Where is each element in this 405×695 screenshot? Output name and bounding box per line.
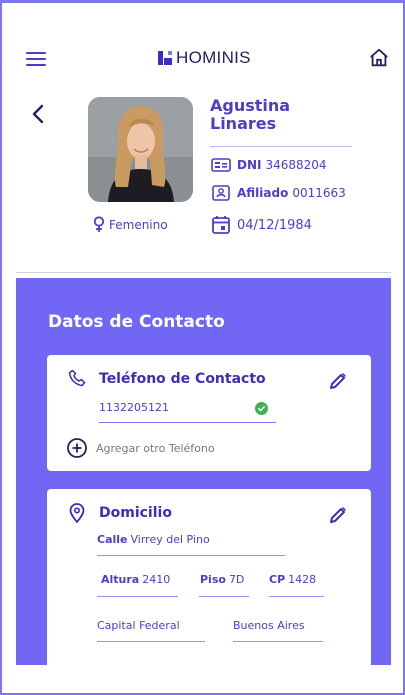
cp-value: 1428 [288,573,317,586]
ciudad-value: Capital Federal [97,619,180,632]
add-circle-icon[interactable] [66,437,88,459]
gender-value: Femenino [109,217,168,232]
ciudad-field[interactable]: Capital Federal [97,619,180,632]
profile-photo [88,97,193,202]
top-bar: HOMINIS [0,44,405,74]
phone-icon [68,369,86,387]
phone-card-title: Teléfono de Contacto [99,371,266,387]
altura-value: 2410 [142,573,171,586]
calle-label: Calle [97,533,128,546]
phone-card: Teléfono de Contacto 1132205121 Agregar … [47,355,371,471]
calle-underline [97,555,285,556]
piso-value: 7D [228,573,245,586]
name-divider [210,146,352,147]
afiliado-label: Afiliado [237,186,289,200]
piso-label: Piso [200,573,226,586]
contact-section-title: Datos de Contacto [48,312,225,332]
afiliado-value: 0011663 [292,186,346,200]
section-divider [16,272,391,273]
brand-logo-icon [158,51,172,65]
altura-underline [97,596,178,597]
contact-panel: Datos de Contacto Teléfono de Contacto 1… [16,278,391,665]
calendar-icon [212,216,230,234]
badge-icon [212,185,230,201]
add-phone-button[interactable]: Agregar otro Teléfono [66,437,215,459]
home-icon[interactable] [368,47,390,69]
piso-field[interactable]: Piso 7D [200,573,244,586]
gender-row: Femenino [93,216,168,233]
patient-first-name: Agustina [210,96,291,115]
patient-last-name: Linares [210,114,277,133]
back-chevron-icon[interactable] [28,103,48,125]
provincia-underline [233,641,323,642]
dni-value: 34688204 [265,158,327,172]
provincia-value: Buenos Aires [233,619,305,632]
birthdate-row: 04/12/1984 [211,215,312,235]
calle-value: Virrey del Pino [130,533,210,546]
altura-label: Altura [101,573,140,586]
brand: HOMINIS [158,48,251,68]
brand-name: HOMINIS [176,48,251,67]
verified-check-icon [255,402,268,415]
patient-name: Agustina Linares [210,97,290,133]
female-symbol-icon [93,216,105,232]
cp-underline [269,596,324,597]
birthdate-value: 04/12/1984 [237,217,312,233]
cp-label: CP [269,573,286,586]
ciudad-underline [97,641,205,642]
afiliado-row: Afiliado 0011663 [211,185,346,201]
phone-value[interactable]: 1132205121 [99,401,169,414]
altura-field[interactable]: Altura 2410 [101,573,170,586]
address-card-title: Domicilio [99,505,172,521]
dni-label: DNI [237,158,262,172]
edit-address-pencil-icon[interactable] [328,505,348,525]
address-card: Domicilio Calle Virrey del Pino Altura 241… [47,489,371,665]
location-pin-icon [69,503,85,523]
add-phone-label[interactable]: Agregar otro Teléfono [96,442,215,455]
dni-row: DNI 34688204 [211,158,327,172]
cp-field[interactable]: CP 1428 [269,573,316,586]
edit-phone-pencil-icon[interactable] [328,371,348,391]
provincia-field[interactable]: Buenos Aires [233,619,305,632]
piso-underline [199,596,249,597]
phone-underline [99,422,276,423]
id-card-icon [211,158,231,172]
hamburger-menu-icon[interactable] [26,52,46,66]
calle-field[interactable]: Calle Virrey del Pino [97,533,210,546]
